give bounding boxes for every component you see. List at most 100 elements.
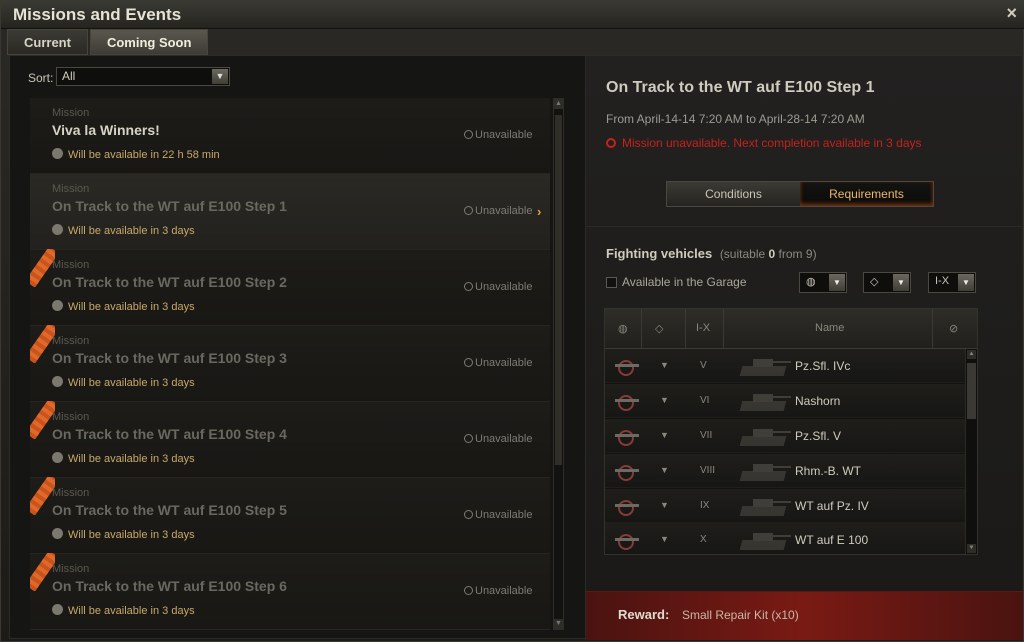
divider [723,309,724,349]
title-bar: Missions and Events × [1,1,1024,29]
close-icon[interactable]: × [1006,3,1017,24]
vehicle-table-header: ◍ ◇ I-X Name ⊘ [605,309,977,349]
vehicle-row[interactable]: ▼ IX WT auf Pz. IV [605,489,965,523]
vehicle-name: Rhm.-B. WT [795,464,861,478]
germany-flag-icon [615,358,639,376]
vehicle-name: WT auf Pz. IV [795,499,869,513]
vehicle-tier: VIII [700,465,716,476]
mission-status: Unavailable [464,509,532,521]
selected-chevron-icon: › [537,204,542,219]
mission-item[interactable]: Mission On Track to the WT auf E100 Step… [30,478,550,554]
fighting-vehicles-heading: Fighting vehicles (suitable 0 from 9) [606,246,817,261]
chevron-down-icon[interactable]: ▼ [958,274,974,291]
mission-item[interactable]: Mission Viva la Winners! Will be availab… [30,98,550,174]
mission-name: On Track to the WT auf E100 Step 5 [52,502,287,518]
vehicle-type-icon[interactable]: ◇ [655,322,663,335]
tank-silhouette-icon [735,387,793,415]
vehicle-name: Pz.Sfl. IVc [795,359,851,373]
tab-coming-soon[interactable]: Coming Soon [89,29,209,55]
content-area: Sort: All ▼ Mission Viva la Winners! Wil… [9,55,1023,640]
scrollbar-thumb[interactable] [555,115,562,465]
scroll-down-icon[interactable]: ▼ [554,619,563,629]
mission-item[interactable]: Mission On Track to the WT auf E100 Step… [30,402,550,478]
chevron-down-icon[interactable]: ▼ [212,69,228,84]
detail-warning: Mission unavailable. Next completion ava… [606,136,922,150]
scroll-up-icon[interactable]: ▲ [967,350,976,359]
unavailable-icon [464,358,473,367]
globe-icon[interactable]: ◍ [618,322,628,335]
mission-status: Unavailable [464,433,532,445]
mission-item[interactable]: Mission On Track to the WT auf E100 Step… [30,174,550,250]
mission-availability: Will be available in 3 days [52,300,195,313]
spg-type-icon: ▼ [660,500,669,510]
chevron-down-icon[interactable]: ▼ [829,274,845,291]
spg-type-icon: ▼ [660,360,669,370]
germany-flag-icon [615,532,639,550]
vehicle-type-icon: ◇ [870,276,879,288]
vehicle-name: WT auf E 100 [795,533,869,547]
unavailable-icon [464,206,473,215]
divider [685,309,686,349]
conditions-button[interactable]: Conditions [667,182,800,206]
window-title: Missions and Events [13,5,182,24]
type-filter[interactable]: ◇ ▼ [863,272,911,293]
nation-filter[interactable]: ◍ ▼ [799,272,847,293]
vehicle-tier: X [700,534,707,545]
scrollbar-thumb[interactable] [967,363,976,419]
tab-bar: Current Coming Soon [7,29,210,55]
detail-dates: From April-14-14 7:20 AM to April-28-14 … [606,112,865,126]
reward-label: Reward: [618,607,670,622]
reward-value: Small Repair Kit (x10) [682,608,799,622]
germany-flag-icon [615,393,639,411]
sort-dropdown[interactable]: All ▼ [56,67,230,86]
clock-icon [52,300,63,311]
vehicle-tier: VII [700,430,713,441]
unavailable-icon [606,138,616,148]
spg-type-icon: ▼ [660,534,669,544]
vehicle-row[interactable]: ▼ V Pz.Sfl. IVc [605,349,965,383]
suitable-count: (suitable 0 from 9) [719,247,817,261]
checkbox-icon[interactable] [606,277,617,288]
name-header[interactable]: Name [815,322,844,334]
unavailable-icon [464,434,473,443]
globe-icon: ◍ [806,276,816,288]
chevron-down-icon[interactable]: ▼ [893,274,909,291]
clock-icon [52,376,63,387]
mission-status: Unavailable [464,357,532,369]
germany-flag-icon [615,463,639,481]
unavailable-icon [464,510,473,519]
mission-list-scrollbar[interactable]: ▲ ▼ [553,98,564,630]
mission-kind: Mission [52,563,90,575]
mission-name: On Track to the WT auf E100 Step 1 [52,198,287,214]
unavailable-icon[interactable]: ⊘ [949,322,958,335]
scroll-down-icon[interactable]: ▼ [967,544,976,553]
mission-item[interactable]: Mission On Track to the WT auf E100 Step… [30,250,550,326]
mission-item[interactable]: Mission On Track to the WT auf E100 Step… [30,554,550,630]
vehicle-table-scrollbar[interactable]: ▲ ▼ [965,349,977,554]
conditions-requirements-toggle: Conditions Requirements [666,181,934,207]
clock-icon [52,604,63,615]
tier-header[interactable]: I-X [696,322,710,334]
mission-availability: Will be available in 3 days [52,528,195,541]
garage-checkbox[interactable]: Available in the Garage [606,275,747,289]
vehicle-row[interactable]: ▼ X WT auf E 100 [605,523,965,554]
sort-label: Sort: [28,71,54,85]
unavailable-icon [464,586,473,595]
tab-current[interactable]: Current [7,29,88,55]
mission-kind: Mission [52,335,90,347]
requirements-button[interactable]: Requirements [800,182,933,206]
mission-item[interactable]: Mission On Track to the WT auf E100 Step… [30,326,550,402]
mission-availability: Will be available in 3 days [52,224,195,237]
vehicle-row[interactable]: ▼ VII Pz.Sfl. V [605,419,965,453]
vehicle-row[interactable]: ▼ VI Nashorn [605,384,965,418]
mission-availability: Will be available in 3 days [52,452,195,465]
tier-filter-value: I-X [935,275,950,287]
mission-list-pane: Sort: All ▼ Mission Viva la Winners! Wil… [10,56,584,640]
tier-filter[interactable]: I-X ▼ [928,272,976,293]
vehicle-tier: V [700,360,707,371]
mission-availability: Will be available in 3 days [52,604,195,617]
germany-flag-icon [615,428,639,446]
mission-name: On Track to the WT auf E100 Step 2 [52,274,287,290]
vehicle-row[interactable]: ▼ VIII Rhm.-B. WT [605,454,965,488]
scroll-up-icon[interactable]: ▲ [554,99,563,109]
